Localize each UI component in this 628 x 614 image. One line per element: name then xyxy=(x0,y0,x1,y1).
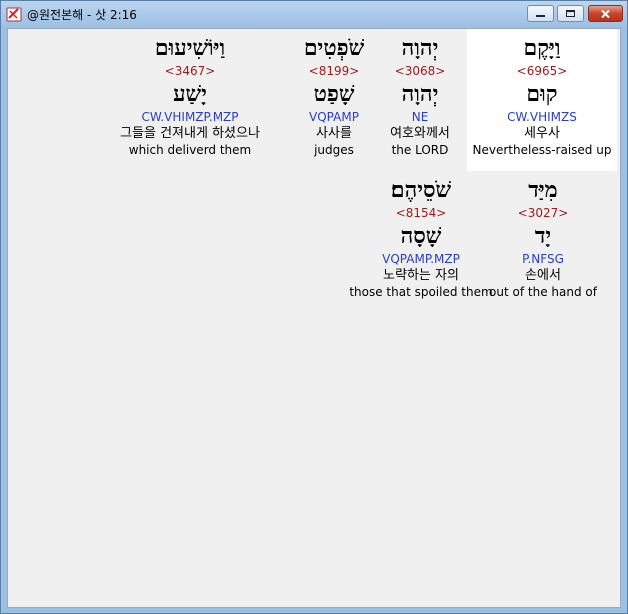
window-title: @원전본해 - 삿 2:16 xyxy=(27,8,137,22)
close-button[interactable] xyxy=(588,5,623,22)
hebrew-lemma: יָשַׁע xyxy=(173,81,207,107)
hebrew-word: שֹׁסֵיהֶם׃ xyxy=(390,177,452,203)
app-window: @원전본해 - 삿 2:16 וַיָּקֶם <6965> קוּם CW.V… xyxy=(0,0,628,614)
title-bar[interactable]: @원전본해 - 삿 2:16 xyxy=(1,1,627,27)
hebrew-lemma: שָׁפַט xyxy=(313,81,355,107)
english-gloss: those that spoiled them xyxy=(349,285,493,299)
word-block[interactable]: שֹׁפְטִים <8199> שָׁפַט VQPAMP 사사를 judge… xyxy=(259,29,409,158)
minimize-button[interactable] xyxy=(527,5,554,22)
maximize-icon xyxy=(566,10,575,17)
word-block[interactable]: שֹׁסֵיהֶם׃ <8154> שָׁסָה VQPAMP.MZP 노략하는… xyxy=(343,171,499,300)
minimize-icon xyxy=(536,15,545,17)
korean-gloss: 사사를 xyxy=(316,126,352,141)
morphology-code[interactable]: VQPAMP.MZP xyxy=(343,251,499,267)
hebrew-lemma: שָׁסָה xyxy=(400,223,442,249)
korean-gloss: 노략하는 자의 xyxy=(383,268,459,283)
morphology-code[interactable]: VQPAMP xyxy=(259,109,409,125)
verse-panel: וַיָּקֶם <6965> קוּם CW.VHIMZS 세우사 Never… xyxy=(7,28,621,608)
hebrew-word: וַיּוֹשִׁיעוּם xyxy=(154,35,226,61)
close-icon xyxy=(601,9,610,18)
strong-number[interactable]: <8154> xyxy=(343,205,499,221)
korean-gloss: 그들을 건져내게 하셨으나 xyxy=(120,126,260,141)
hebrew-word: שֹׁפְטִים xyxy=(303,35,365,61)
morphology-code[interactable]: CW.VHIMZP.MZP xyxy=(105,109,275,125)
english-gloss: which deliverd them xyxy=(128,143,252,157)
strong-number[interactable]: <3467> xyxy=(105,63,275,79)
word-block[interactable]: וַיּוֹשִׁיעוּם <3467> יָשַׁע CW.VHIMZP.M… xyxy=(105,29,275,158)
strong-number[interactable]: <8199> xyxy=(259,63,409,79)
app-icon xyxy=(6,7,22,22)
maximize-button[interactable] xyxy=(557,5,584,22)
english-gloss: judges xyxy=(314,143,354,157)
